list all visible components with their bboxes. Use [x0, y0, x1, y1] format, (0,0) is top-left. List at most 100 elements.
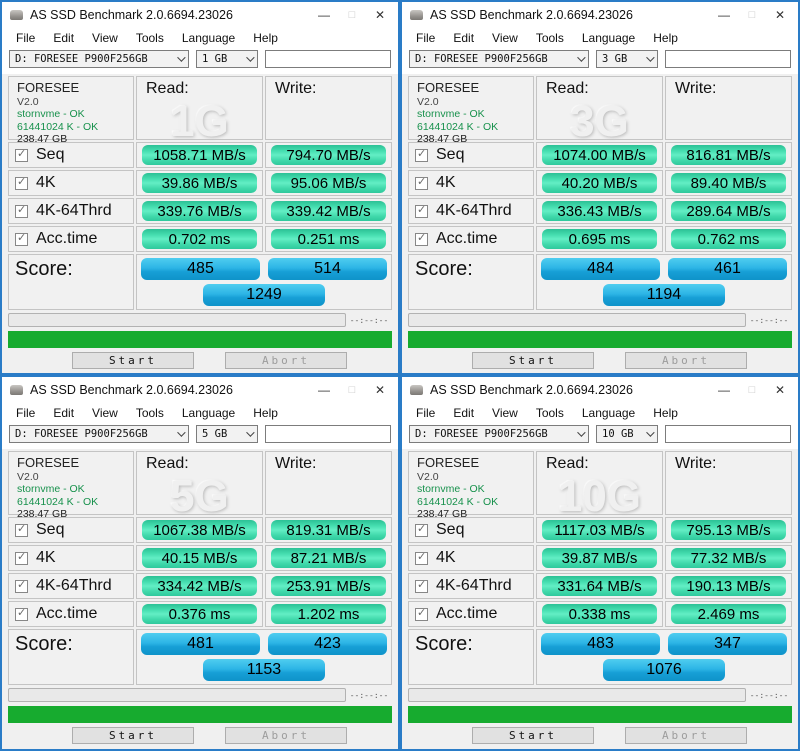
- results-panel: FORESEE V2.0 stornvme - OK 61441024 K - …: [402, 449, 798, 749]
- menu-file[interactable]: File: [7, 406, 44, 420]
- menu-help[interactable]: Help: [644, 406, 687, 420]
- menu-edit[interactable]: Edit: [444, 31, 483, 45]
- checkbox-seq[interactable]: ✓: [15, 524, 28, 537]
- start-button[interactable]: Start: [472, 727, 594, 744]
- overall-progress-bar: [408, 706, 792, 723]
- checkbox-4k[interactable]: ✓: [15, 177, 28, 190]
- checkbox-4k64thrd[interactable]: ✓: [15, 205, 28, 218]
- overall-progress-bar: [8, 331, 392, 348]
- checkbox-acctime[interactable]: ✓: [415, 233, 428, 246]
- check-icon: ✓: [17, 147, 26, 160]
- maximize-button[interactable]: □: [338, 384, 366, 396]
- drive-select[interactable]: D: FORESEE P900F256GB: [409, 50, 589, 68]
- test-progress-bar: [408, 313, 746, 327]
- driver-status: stornvme - OK: [417, 108, 533, 121]
- titlebar[interactable]: AS SSD Benchmark 2.0.6694.23026 — □ ✕: [2, 377, 398, 403]
- close-button[interactable]: ✕: [366, 8, 394, 22]
- drive-select[interactable]: D: FORESEE P900F256GB: [9, 425, 189, 443]
- menu-file[interactable]: File: [7, 31, 44, 45]
- write-score: 347: [668, 633, 787, 655]
- minimize-button[interactable]: —: [310, 8, 338, 22]
- titlebar[interactable]: AS SSD Benchmark 2.0.6694.23026 — □ ✕: [402, 377, 798, 403]
- score-panel: 483 347 1076: [536, 629, 792, 685]
- close-button[interactable]: ✕: [766, 383, 794, 397]
- close-button[interactable]: ✕: [366, 383, 394, 397]
- start-button[interactable]: Start: [472, 352, 594, 369]
- row-label-seq: ✓ Seq: [8, 517, 134, 543]
- drive-select[interactable]: D: FORESEE P900F256GB: [9, 50, 189, 68]
- score-label: Score:: [408, 629, 534, 685]
- checkbox-seq[interactable]: ✓: [415, 149, 428, 162]
- app-version: V2.0: [17, 96, 133, 109]
- menu-file[interactable]: File: [407, 31, 444, 45]
- menu-tools[interactable]: Tools: [527, 31, 573, 45]
- menu-edit[interactable]: Edit: [44, 406, 83, 420]
- minimize-button[interactable]: —: [710, 383, 738, 397]
- menu-tools[interactable]: Tools: [127, 406, 173, 420]
- eta-text: --:--:--: [746, 691, 792, 700]
- abort-button[interactable]: Abort: [225, 352, 347, 369]
- checkbox-acctime[interactable]: ✓: [15, 233, 28, 246]
- checkbox-4k[interactable]: ✓: [15, 552, 28, 565]
- menubar: File Edit View Tools Language Help: [2, 28, 398, 48]
- menu-help[interactable]: Help: [244, 31, 287, 45]
- menu-view[interactable]: View: [483, 31, 527, 45]
- menu-view[interactable]: View: [83, 31, 127, 45]
- menu-view[interactable]: View: [483, 406, 527, 420]
- drive-select[interactable]: D: FORESEE P900F256GB: [409, 425, 589, 443]
- close-button[interactable]: ✕: [766, 8, 794, 22]
- checkbox-seq[interactable]: ✓: [15, 149, 28, 162]
- menu-edit[interactable]: Edit: [444, 406, 483, 420]
- menu-view[interactable]: View: [83, 406, 127, 420]
- status-field: [265, 425, 391, 443]
- drive-select-value: D: FORESEE P900F256GB: [15, 53, 148, 65]
- score-panel: 484 461 1194: [536, 254, 792, 310]
- titlebar[interactable]: AS SSD Benchmark 2.0.6694.23026 — □ ✕: [402, 2, 798, 28]
- abort-button[interactable]: Abort: [625, 352, 747, 369]
- maximize-button[interactable]: □: [738, 384, 766, 396]
- maximize-button[interactable]: □: [738, 9, 766, 21]
- score-label: Score:: [408, 254, 534, 310]
- menu-help[interactable]: Help: [244, 406, 287, 420]
- titlebar[interactable]: AS SSD Benchmark 2.0.6694.23026 — □ ✕: [2, 2, 398, 28]
- checkbox-4k[interactable]: ✓: [415, 177, 428, 190]
- menu-language[interactable]: Language: [573, 31, 644, 45]
- start-button[interactable]: Start: [72, 727, 194, 744]
- check-icon: ✓: [417, 231, 426, 244]
- 4k64thrd-write-value: 339.42 MB/s: [265, 198, 392, 224]
- 4k64thrd-read-value: 339.76 MB/s: [136, 198, 263, 224]
- checkbox-acctime[interactable]: ✓: [15, 608, 28, 621]
- menu-file[interactable]: File: [407, 406, 444, 420]
- abort-button[interactable]: Abort: [625, 727, 747, 744]
- seq-read-value: 1067.38 MB/s: [136, 517, 263, 543]
- minimize-button[interactable]: —: [310, 383, 338, 397]
- menu-language[interactable]: Language: [573, 406, 644, 420]
- checkbox-4k[interactable]: ✓: [415, 552, 428, 565]
- abort-button[interactable]: Abort: [225, 727, 347, 744]
- minimize-button[interactable]: —: [710, 8, 738, 22]
- as-ssd-window-3gb: AS SSD Benchmark 2.0.6694.23026 — □ ✕ Fi…: [400, 0, 800, 375]
- menu-tools[interactable]: Tools: [527, 406, 573, 420]
- row-label-seq: ✓ Seq: [8, 142, 134, 168]
- checkbox-4k64thrd[interactable]: ✓: [15, 580, 28, 593]
- menu-language[interactable]: Language: [173, 31, 244, 45]
- test-size-select[interactable]: 10 GB: [596, 425, 658, 443]
- drive-vendor: FORESEE: [417, 455, 533, 471]
- menu-tools[interactable]: Tools: [127, 31, 173, 45]
- checkbox-seq[interactable]: ✓: [415, 524, 428, 537]
- checkbox-acctime[interactable]: ✓: [415, 608, 428, 621]
- checkbox-4k64thrd[interactable]: ✓: [415, 580, 428, 593]
- menubar: File Edit View Tools Language Help: [402, 28, 798, 48]
- test-size-select[interactable]: 5 GB: [196, 425, 258, 443]
- start-button[interactable]: Start: [72, 352, 194, 369]
- row-label-4k64thrd: ✓ 4K-64Thrd: [8, 573, 134, 599]
- checkbox-4k64thrd[interactable]: ✓: [415, 205, 428, 218]
- check-icon: ✓: [417, 522, 426, 535]
- menu-help[interactable]: Help: [644, 31, 687, 45]
- menu-edit[interactable]: Edit: [44, 31, 83, 45]
- maximize-button[interactable]: □: [338, 9, 366, 21]
- test-size-select[interactable]: 1 GB: [196, 50, 258, 68]
- menu-language[interactable]: Language: [173, 406, 244, 420]
- test-size-select[interactable]: 3 GB: [596, 50, 658, 68]
- eta-text: --:--:--: [346, 316, 392, 325]
